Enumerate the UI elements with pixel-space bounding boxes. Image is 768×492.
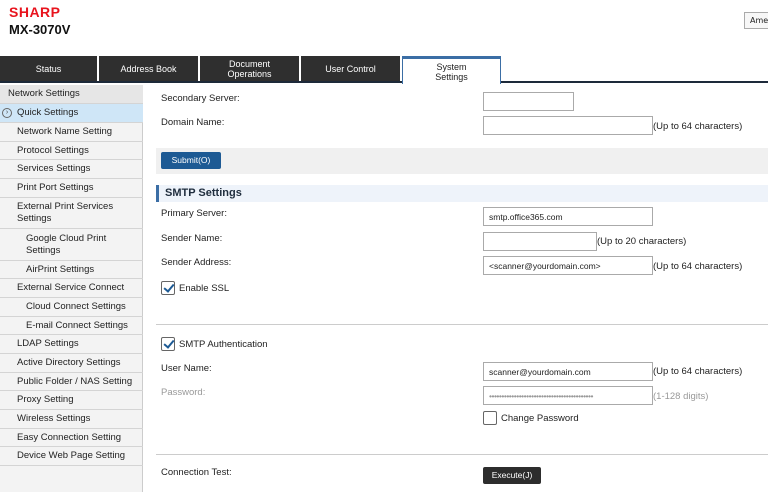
password-input: ••••••••••••••••••••••••••••••••••••••••… [483, 386, 653, 405]
sidebar-item-external-print-services[interactable]: External Print Services Settings [0, 198, 143, 229]
sender-name-label: Sender Name: [161, 233, 223, 244]
secondary-server-input[interactable] [483, 92, 574, 111]
sender-address-label: Sender Address: [161, 257, 232, 268]
tab-status[interactable]: Status [0, 56, 97, 81]
primary-server-input[interactable]: smtp.office365.com [483, 207, 653, 226]
sidebar-item-print-port-settings[interactable]: Print Port Settings [0, 179, 143, 198]
sidebar-item-easy-connection[interactable]: Easy Connection Setting [0, 429, 143, 447]
sender-name-input[interactable] [483, 232, 597, 251]
user-name-label: User Name: [161, 363, 212, 374]
tab-document-operations-label: Document Operations [227, 58, 272, 79]
sidebar: Network Settings › Quick Settings Networ… [0, 85, 143, 492]
main-tabs: Status Address Book Document Operations … [0, 56, 768, 84]
sender-address-hint: (Up to 64 characters) [653, 261, 743, 272]
sidebar-item-google-cloud-print[interactable]: Google Cloud Print Settings [0, 229, 143, 261]
tab-user-control[interactable]: User Control [301, 56, 400, 81]
submit-button[interactable]: Submit(O) [161, 152, 221, 169]
sidebar-item-wireless-settings[interactable]: Wireless Settings [0, 410, 143, 429]
sidebar-item-protocol-settings[interactable]: Protocol Settings [0, 142, 143, 160]
sidebar-item-active-directory[interactable]: Active Directory Settings [0, 354, 143, 373]
sender-address-input[interactable]: <scanner@yourdomain.com> [483, 256, 653, 275]
divider [156, 454, 768, 455]
change-password-checkbox[interactable] [483, 411, 497, 425]
sidebar-item-external-service-connect[interactable]: External Service Connect [0, 279, 143, 298]
smtp-auth-checkbox[interactable] [161, 337, 175, 351]
sidebar-item-ldap-settings[interactable]: LDAP Settings [0, 335, 143, 354]
tab-address-book[interactable]: Address Book [99, 56, 198, 81]
user-name-hint: (Up to 64 characters) [653, 366, 743, 377]
submit-bar: Submit(O) [156, 148, 768, 174]
sender-name-hint: (Up to 20 characters) [597, 236, 687, 247]
domain-name-hint: (Up to 64 characters) [653, 121, 743, 132]
sidebar-item-cloud-connect-settings[interactable]: Cloud Connect Settings [0, 298, 143, 317]
sidebar-item-email-connect-settings[interactable]: E-mail Connect Settings [0, 317, 143, 335]
sidebar-item-public-folder-nas[interactable]: Public Folder / NAS Setting [0, 373, 143, 391]
sidebar-item-proxy-setting[interactable]: Proxy Setting [0, 391, 143, 410]
tab-system-settings-label: System Settings [435, 61, 468, 82]
connection-test-label: Connection Test: [161, 467, 232, 478]
tab-system-settings[interactable]: System Settings [402, 56, 501, 84]
chevron-right-icon: › [2, 108, 12, 118]
sidebar-item-airprint-settings[interactable]: AirPrint Settings [0, 261, 143, 279]
sidebar-item-network-name-setting[interactable]: Network Name Setting [0, 123, 143, 142]
brand-logo: SHARP [9, 4, 61, 20]
secondary-server-label: Secondary Server: [161, 93, 240, 104]
password-hint: (1-128 digits) [653, 391, 709, 402]
user-name-input[interactable]: scanner@yourdomain.com [483, 362, 653, 381]
sidebar-item-device-web-page[interactable]: Device Web Page Setting [0, 447, 143, 466]
change-password-label: Change Password [501, 413, 579, 424]
smtp-auth-label: SMTP Authentication [179, 339, 268, 350]
device-model: MX-3070V [9, 22, 71, 37]
sidebar-item-services-settings[interactable]: Services Settings [0, 160, 143, 179]
password-label: Password: [161, 387, 206, 398]
language-select[interactable]: Ame [744, 12, 768, 29]
domain-name-input[interactable] [483, 116, 653, 135]
tab-document-operations[interactable]: Document Operations [200, 56, 299, 81]
main-content: Secondary Server: Domain Name: (Up to 64… [144, 85, 768, 492]
sidebar-item-label: Quick Settings [17, 107, 79, 118]
enable-ssl-checkbox[interactable] [161, 281, 175, 295]
sidebar-item-network-settings[interactable]: Network Settings [0, 85, 143, 104]
primary-server-label: Primary Server: [161, 208, 227, 219]
divider [156, 324, 768, 325]
domain-name-label: Domain Name: [161, 117, 225, 128]
sidebar-item-quick-settings[interactable]: › Quick Settings [0, 104, 143, 123]
execute-button[interactable]: Execute(J) [483, 467, 541, 484]
smtp-section-title: SMTP Settings [156, 185, 768, 202]
enable-ssl-label: Enable SSL [179, 283, 230, 294]
